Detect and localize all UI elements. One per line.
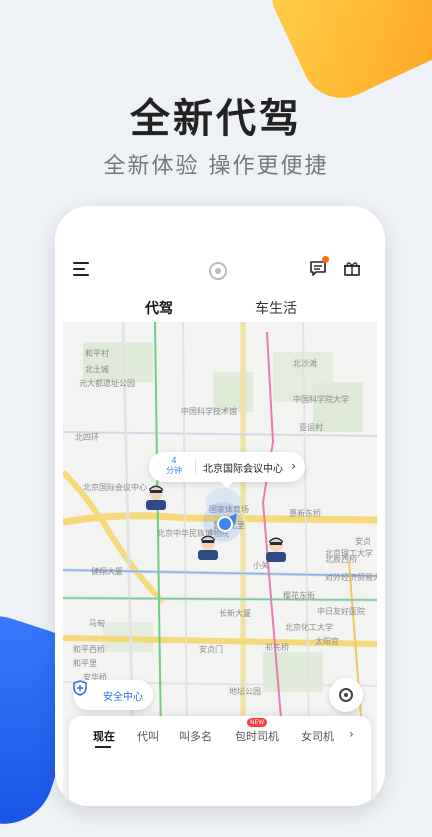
eta-block: 4 分钟: [161, 456, 187, 476]
map-label: 亚运村: [299, 423, 323, 432]
message-badge-dot: [322, 256, 329, 263]
tab-chesheng[interactable]: 车生活: [255, 298, 297, 318]
safety-center-button[interactable]: 安全中心: [73, 680, 153, 710]
map-view[interactable]: 和平村 北土城 元大都遗址公园 北沙滩 中国科学技术馆 中国科学院大学 亚运村 …: [63, 322, 377, 806]
map-label: 和平村: [85, 349, 109, 358]
map-label: 中国科学院大学: [293, 395, 349, 404]
btab-multiple[interactable]: 叫多名: [179, 728, 212, 744]
chevron-right-icon[interactable]: ›: [349, 727, 354, 741]
driver-avatar-icon[interactable]: [143, 482, 169, 512]
driver-avatar-icon[interactable]: [263, 534, 289, 564]
map-label: 健翔大厦: [91, 567, 123, 576]
map-label: 地坛公园: [229, 687, 261, 696]
safety-center-label: 安全中心: [103, 692, 143, 703]
map-label: 对外经济贸易大学: [325, 573, 377, 582]
menu-icon[interactable]: [73, 262, 89, 276]
map-label: 祁先桥: [265, 643, 289, 652]
app-top-bar: [63, 216, 377, 284]
gift-icon[interactable]: [343, 260, 361, 277]
map-label: 北四环: [75, 433, 99, 442]
map-label: 马甸: [89, 619, 105, 628]
shield-icon: [73, 680, 87, 696]
eta-number: 4: [171, 456, 177, 465]
callout-tail: [221, 482, 233, 488]
logo-icon: [209, 262, 227, 280]
map-label: 安贞: [355, 537, 371, 546]
map-label: 和平西桥: [73, 645, 105, 654]
chevron-right-icon: ›: [291, 459, 296, 473]
locate-me-button[interactable]: [329, 678, 363, 712]
tab-daijia[interactable]: 代驾: [145, 298, 173, 318]
map-label: 惠新东桥: [289, 509, 321, 518]
order-type-panel: 现在 代叫 叫多名 包时司机 NEW 女司机 ›: [69, 716, 371, 806]
btab-active-underline: [95, 746, 111, 748]
map-label: 北京化工大学: [285, 623, 333, 632]
btab-now[interactable]: 现在: [93, 728, 115, 744]
callout-divider: [195, 459, 196, 475]
map-label: 太阳宫: [315, 637, 339, 646]
map-label: 北沙滩: [293, 359, 317, 368]
map-label: 中国科学技术馆: [181, 407, 237, 416]
phone-frame: 代驾 车生活 和平村 北土城 元大都遗址公园 北沙滩 中国科学技术馆 中国科学院…: [55, 206, 385, 806]
destination-callout[interactable]: 4 分钟 北京国际会议中心 ›: [149, 452, 305, 488]
btab-hourly-driver[interactable]: 包时司机: [235, 728, 279, 744]
map-label: 北京理工大学: [325, 549, 373, 558]
map-label: 元大都遗址公园: [79, 379, 135, 388]
map-label: 中日友好医院: [317, 607, 365, 616]
promo-headline: 全新代驾: [130, 96, 302, 142]
map-label: 樱花东街: [283, 591, 315, 600]
current-location-dot: [217, 516, 233, 532]
app-screen: 代驾 车生活 和平村 北土城 元大都遗址公园 北沙滩 中国科学技术馆 中国科学院…: [63, 216, 377, 806]
map-label: 长新大厦: [219, 609, 251, 618]
callout-place: 北京国际会议中心: [203, 464, 283, 475]
map-label: 北京国际会议中心: [83, 483, 147, 492]
promo-subline: 全新体验 操作更便捷: [103, 154, 329, 179]
eta-unit: 分钟: [166, 466, 182, 475]
new-badge: NEW: [247, 718, 268, 727]
map-label: 和平里: [73, 659, 97, 668]
btab-call-for-others[interactable]: 代叫: [137, 728, 159, 744]
map-label: 北土城: [85, 365, 109, 374]
map-label: 安贞门: [199, 645, 223, 654]
btab-female-driver[interactable]: 女司机: [301, 728, 334, 744]
